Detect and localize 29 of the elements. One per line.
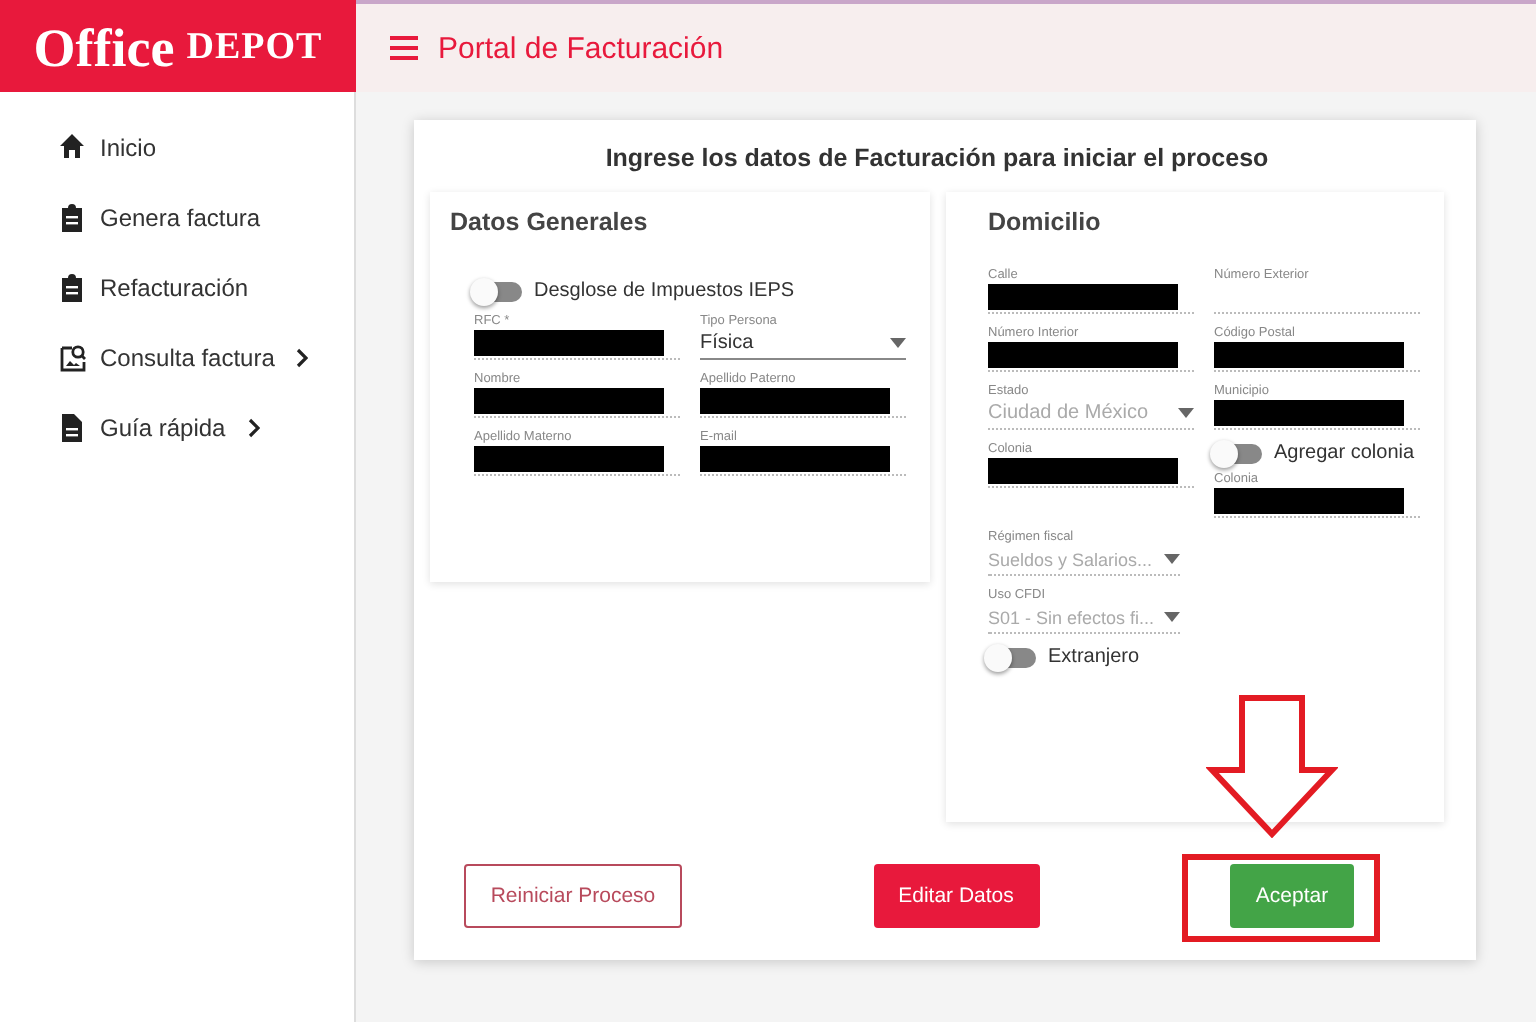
sidebar-item[interactable]: Genera factura <box>100 203 261 231</box>
toggle-switch[interactable] <box>988 647 1036 667</box>
sidebar-item[interactable]: Refacturación <box>100 273 249 301</box>
sidebar-item[interactable]: Consulta factura <box>100 343 275 371</box>
reset-button[interactable]: Reiniciar Proceso <box>464 864 682 928</box>
toggle-label: Desglose de Impuestos IEPS <box>534 280 795 302</box>
sidebar-item[interactable]: Inicio <box>100 133 157 161</box>
toggle-switch[interactable] <box>1214 443 1262 463</box>
clipboard-icon <box>58 201 86 233</box>
menu-icon[interactable] <box>390 36 418 60</box>
sidebar-item[interactable]: Guía rápida <box>100 413 226 441</box>
accept-button[interactable]: Aceptar <box>1230 864 1354 928</box>
edit-button[interactable]: Editar Datos <box>873 864 1039 928</box>
logo: Office DEPOT <box>0 0 356 92</box>
dropdown-arrow-icon <box>1178 408 1194 418</box>
section-title: Domicilio <box>988 208 1103 236</box>
document-icon <box>58 411 86 443</box>
toggle-label: Agregar colonia <box>1274 442 1415 464</box>
form-title: Ingrese los datos de Facturación para iniciar el proceso <box>603 144 1271 172</box>
dropdown-arrow-icon <box>1164 554 1180 564</box>
section-title: Datos Generales <box>450 208 650 236</box>
dropdown-arrow-icon <box>1164 612 1180 622</box>
toggle-label: Extranjero <box>1048 646 1140 668</box>
clipboard-icon <box>58 271 86 303</box>
home-icon <box>58 131 86 163</box>
dropdown-arrow-icon <box>890 338 906 348</box>
page-title: Portal de Facturación <box>438 31 724 65</box>
picture-search-icon <box>58 341 86 373</box>
toggle-switch[interactable] <box>474 281 522 301</box>
